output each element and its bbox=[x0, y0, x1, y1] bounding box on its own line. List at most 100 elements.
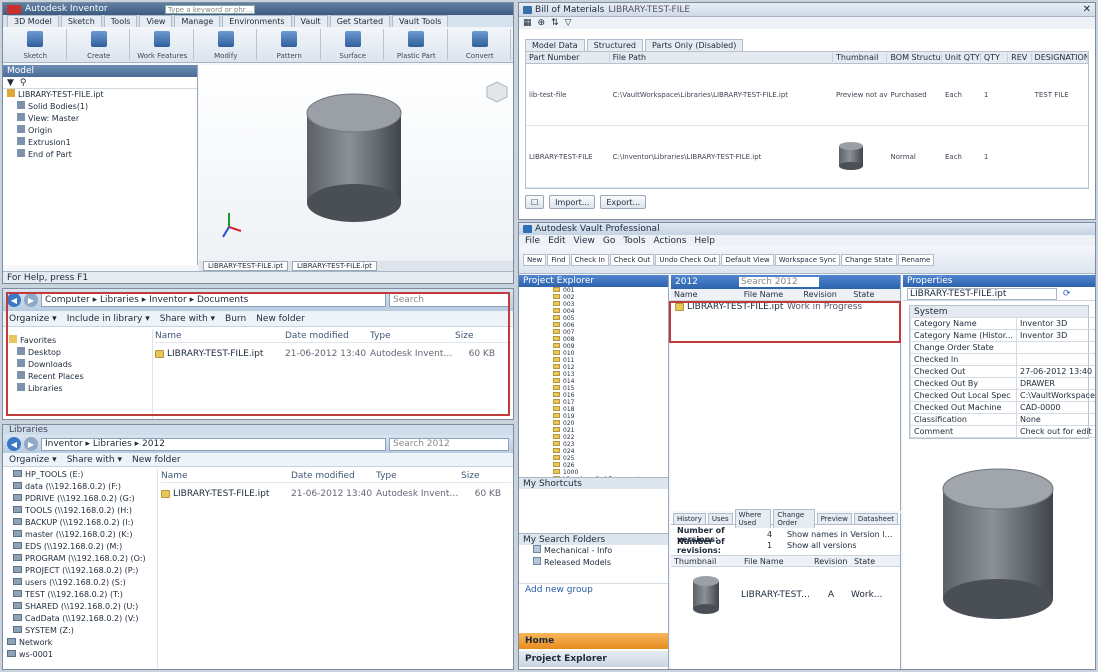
drive-item[interactable]: EDS (\\192.168.0.2) (M:) bbox=[3, 541, 157, 553]
drive-item[interactable]: HP_TOOLS (E:) bbox=[3, 469, 157, 481]
bom-tab[interactable]: Structured bbox=[586, 39, 643, 51]
bom-view-icon[interactable]: ▦ bbox=[523, 18, 532, 28]
column-header[interactable]: Size bbox=[461, 471, 501, 481]
vault-folder[interactable]: 007 bbox=[549, 329, 668, 336]
vault-folder[interactable]: 020 bbox=[549, 420, 668, 427]
list-search-input[interactable]: Search 2012 bbox=[739, 277, 819, 287]
bom-row[interactable]: lib-test-file C:\VaultWorkspace\Libraries… bbox=[526, 64, 1088, 126]
browser-tree-item[interactable]: Extrusion1 bbox=[3, 137, 197, 149]
bom-icon-button[interactable]: ☐ bbox=[525, 195, 545, 209]
property-row[interactable]: Classification None bbox=[910, 413, 1095, 426]
list-column-header[interactable]: File Name bbox=[741, 290, 801, 299]
vault-folder[interactable]: 004 bbox=[549, 308, 668, 315]
bom-column-header[interactable]: BOM Structure bbox=[887, 53, 942, 62]
bom-tab[interactable]: Model Data bbox=[525, 39, 585, 51]
bom-column-header[interactable]: Thumbnail bbox=[833, 53, 888, 62]
vault-toolbar-button[interactable]: Workspace Sync bbox=[774, 253, 841, 266]
drive-item[interactable]: master (\\192.168.0.2) (K:) bbox=[3, 529, 157, 541]
home-tab[interactable]: Home bbox=[519, 633, 668, 649]
vault-folder[interactable]: 016 bbox=[549, 392, 668, 399]
menu-item[interactable]: Actions bbox=[654, 236, 687, 246]
find-icon[interactable]: ⚲ bbox=[20, 78, 27, 88]
bom-row[interactable]: LIBRARY-TEST-FILE C:\Inventor\Libraries\L… bbox=[526, 126, 1088, 188]
vault-folder[interactable]: 023 bbox=[549, 441, 668, 448]
property-row[interactable]: Checked In bbox=[910, 353, 1095, 366]
list-column-header[interactable]: Name bbox=[671, 290, 741, 299]
vault-toolbar-button[interactable]: Check In bbox=[570, 253, 609, 266]
ribbon-tool-icon[interactable] bbox=[281, 31, 298, 47]
menu-item[interactable]: Tools bbox=[623, 236, 645, 246]
list-column-header[interactable]: Revision bbox=[800, 290, 850, 299]
ribbon-tab[interactable]: Manage bbox=[174, 15, 221, 27]
bom-zoom-icon[interactable]: ⊕ bbox=[538, 18, 546, 28]
vault-folder[interactable]: 1000 bbox=[549, 469, 668, 476]
ribbon-tab[interactable]: Sketch bbox=[60, 15, 102, 27]
search-folder-item[interactable]: Released Models bbox=[529, 557, 668, 569]
export-button[interactable]: Export... bbox=[600, 195, 647, 209]
ribbon-tab[interactable]: Get Started bbox=[329, 15, 391, 27]
property-row[interactable]: Checked Out Machine CAD-0000 bbox=[910, 401, 1095, 414]
ribbon-tool-icon[interactable] bbox=[217, 31, 234, 47]
vault-folder[interactable]: 025 bbox=[549, 455, 668, 462]
vault-folder[interactable]: 006 bbox=[549, 322, 668, 329]
vault-folder[interactable]: 010 bbox=[549, 350, 668, 357]
ribbon-tool-icon[interactable] bbox=[471, 31, 488, 47]
vault-folder[interactable]: 019 bbox=[549, 413, 668, 420]
back-icon-2[interactable]: ◀ bbox=[7, 437, 21, 451]
property-row[interactable]: Category Name Inventor 3D bbox=[910, 317, 1095, 330]
vault-folder[interactable]: 002 bbox=[549, 294, 668, 301]
browser-tree-item[interactable]: LIBRARY-TEST-FILE.ipt bbox=[3, 89, 197, 101]
vault-toolbar-button[interactable]: New bbox=[523, 253, 547, 266]
ribbon-tab[interactable]: Tools bbox=[103, 15, 138, 27]
ribbon-tab[interactable]: Vault Tools bbox=[392, 15, 449, 27]
explorer-toolbar-item[interactable]: Share with ▾ bbox=[67, 455, 122, 465]
browser-tree-item[interactable]: Solid Bodies(1) bbox=[3, 101, 197, 113]
import-button[interactable]: Import... bbox=[549, 195, 596, 209]
bom-column-header[interactable]: REV bbox=[1008, 53, 1032, 62]
bom-column-header[interactable]: Part Number bbox=[526, 53, 610, 62]
browser-tree-item[interactable]: End of Part bbox=[3, 149, 197, 161]
vault-toolbar-button[interactable]: Default View bbox=[721, 253, 774, 266]
drive-item[interactable]: ws-0001 bbox=[3, 649, 157, 661]
bom-column-header[interactable]: DESIGNATION bbox=[1032, 53, 1088, 62]
property-row[interactable]: Checked Out By DRAWER bbox=[910, 377, 1095, 390]
ribbon-tab[interactable]: Vault bbox=[293, 15, 328, 27]
ribbon-tab[interactable]: 3D Model bbox=[7, 15, 59, 27]
menu-item[interactable]: File bbox=[525, 236, 540, 246]
detail-tab[interactable]: Preview bbox=[816, 513, 852, 524]
drive-item[interactable]: SYSTEM (Z:) bbox=[3, 625, 157, 637]
property-row[interactable]: Comment Check out for edit bbox=[910, 425, 1095, 438]
my-shortcuts-header[interactable]: My Shortcuts bbox=[519, 477, 668, 489]
vault-folder[interactable]: 014 bbox=[549, 378, 668, 385]
ribbon-tab[interactable]: Environments bbox=[222, 15, 292, 27]
inventor-logo-icon[interactable] bbox=[7, 4, 21, 14]
vault-folder[interactable]: 012 bbox=[549, 364, 668, 371]
ribbon-tool-icon[interactable] bbox=[27, 31, 44, 47]
column-header[interactable]: Type bbox=[376, 471, 461, 481]
bom-sort-icon[interactable]: ⇅ bbox=[551, 18, 559, 28]
property-row[interactable]: Checked Out 27-06-2012 13:40 bbox=[910, 365, 1095, 378]
history-column-header[interactable]: Revision bbox=[811, 557, 851, 566]
vault-folder[interactable]: 011 bbox=[549, 357, 668, 364]
detail-tab[interactable]: History bbox=[673, 513, 706, 524]
props-file-select[interactable]: LIBRARY-TEST-FILE.ipt bbox=[907, 287, 1057, 300]
menu-item[interactable]: Edit bbox=[548, 236, 565, 246]
project-explorer-tab[interactable]: Project Explorer bbox=[519, 651, 668, 667]
drive-item[interactable]: data (\\192.168.0.2) (F:) bbox=[3, 481, 157, 493]
document-tab[interactable]: LIBRARY-TEST-FILE.ipt bbox=[291, 261, 377, 271]
vault-folder[interactable]: 022 bbox=[549, 434, 668, 441]
filter-icon[interactable]: ▼ bbox=[7, 78, 14, 88]
vault-folder[interactable]: 003 bbox=[549, 301, 668, 308]
vault-folder[interactable]: 021 bbox=[549, 427, 668, 434]
vault-folder[interactable]: 001 bbox=[549, 287, 668, 294]
bom-column-header[interactable]: File Path bbox=[610, 53, 833, 62]
vault-folder[interactable]: 008 bbox=[549, 336, 668, 343]
history-column-header[interactable]: Thumbnail bbox=[671, 557, 741, 566]
drive-item[interactable]: Network bbox=[3, 637, 157, 649]
detail-tab[interactable]: Uses bbox=[707, 513, 733, 524]
vault-toolbar-button[interactable]: Rename bbox=[897, 253, 935, 266]
drive-item[interactable]: TOOLS (\\192.168.0.2) (H:) bbox=[3, 505, 157, 517]
browser-tree-item[interactable]: View: Master bbox=[3, 113, 197, 125]
help-search-input[interactable]: Type a keyword or phrase bbox=[165, 4, 255, 14]
ribbon-tab[interactable]: View bbox=[139, 15, 173, 27]
